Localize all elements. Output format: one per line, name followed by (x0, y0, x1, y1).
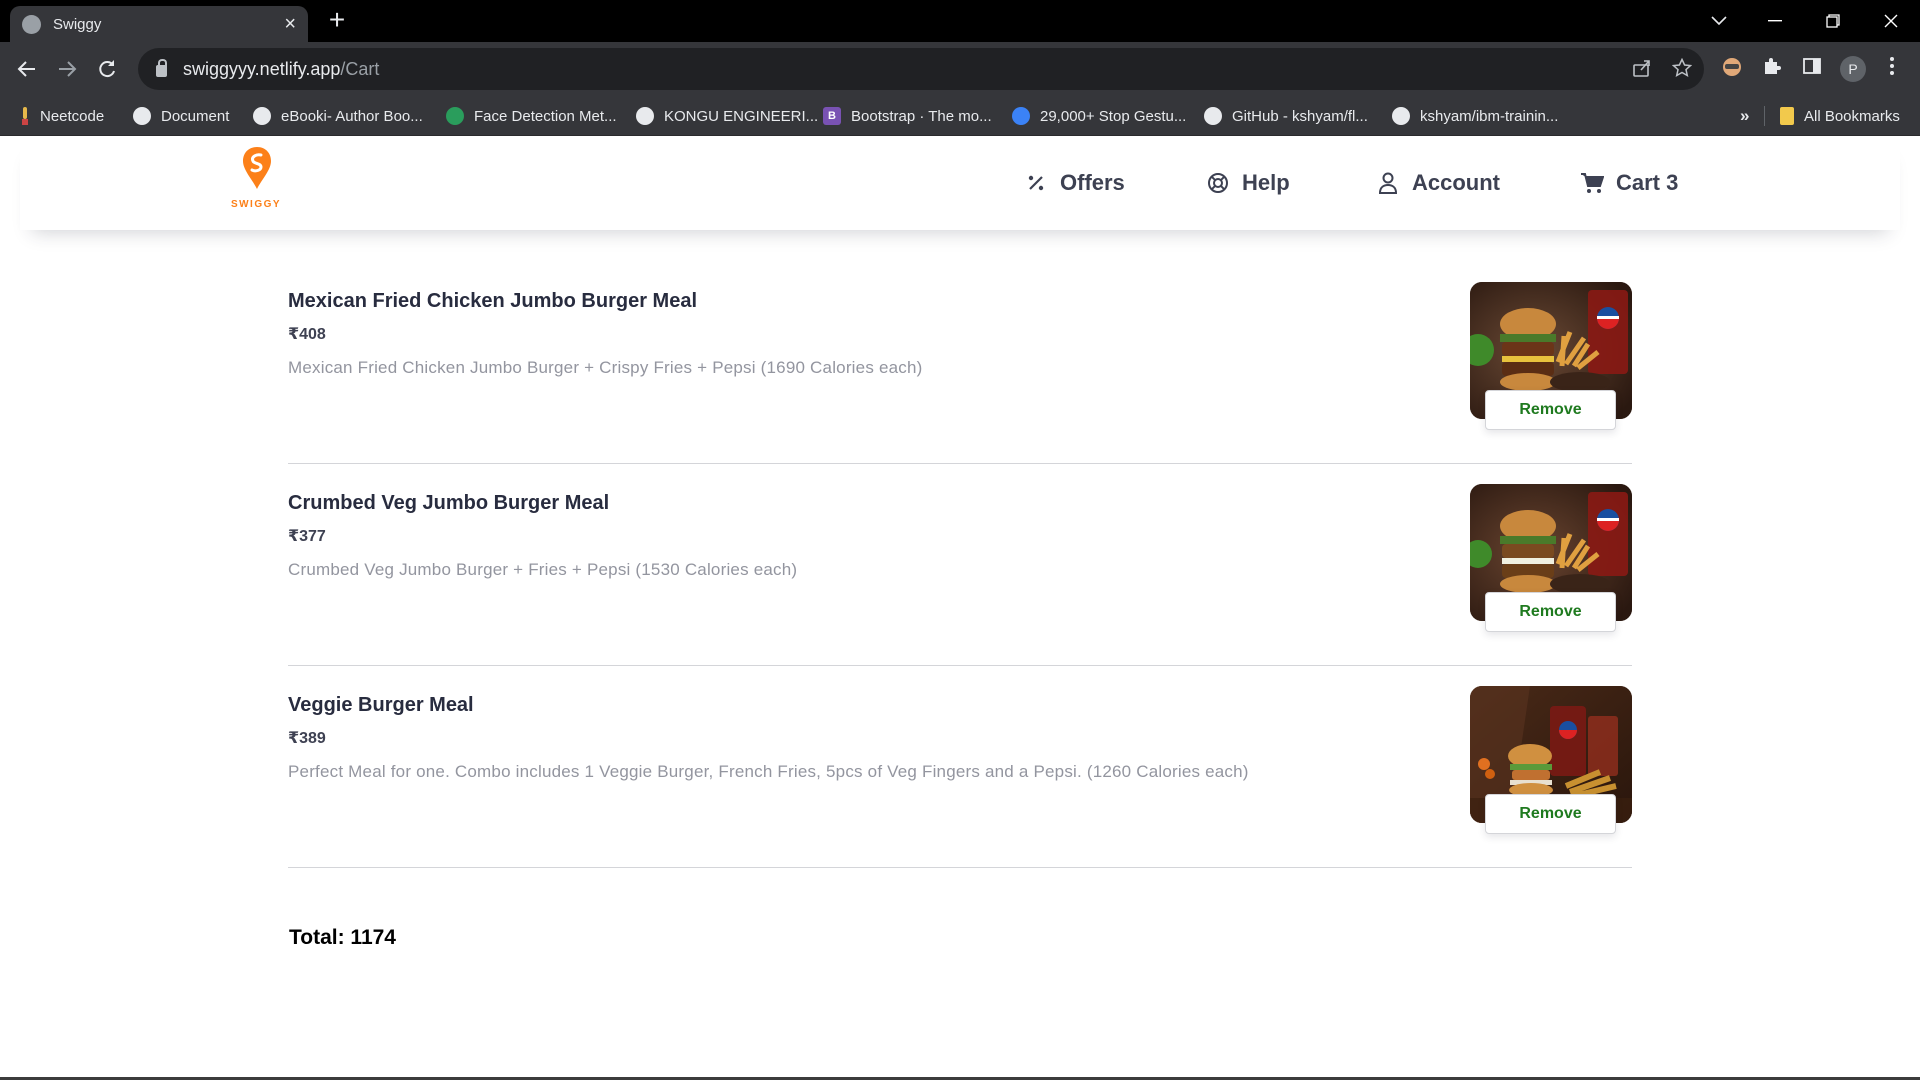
github-icon (1204, 107, 1222, 125)
cart-icon (1580, 171, 1604, 195)
globe-icon (133, 107, 151, 125)
bookmark-ibm-training[interactable]: kshyam/ibm-trainin... (1392, 96, 1558, 136)
puzzle-icon[interactable] (1760, 56, 1784, 80)
side-panel-icon[interactable] (1800, 56, 1824, 80)
bookmark-bootstrap[interactable]: B Bootstrap · The mo... (823, 96, 992, 136)
nav-account-label: Account (1412, 170, 1500, 195)
folder-icon (1780, 107, 1794, 125)
tab-search-icon[interactable] (1690, 0, 1748, 42)
star-icon[interactable] (1671, 57, 1693, 84)
bookmark-label: kshyam/ibm-trainin... (1420, 107, 1559, 125)
globe-icon (253, 107, 271, 125)
logo-text: SWIGGY (230, 199, 282, 210)
kebab-menu-icon[interactable] (1880, 56, 1904, 80)
nav-account[interactable]: Account (1376, 166, 1500, 200)
nav-cart-label: Cart 3 (1616, 170, 1679, 195)
page-content: SWIGGY Offers Help Account Cart 3 Mexica… (0, 136, 1920, 1080)
offers-icon (1024, 171, 1048, 195)
close-tab-icon[interactable]: × (284, 14, 296, 34)
neetcode-icon (20, 107, 30, 125)
item-name: Mexican Fried Chicken Jumbo Burger Meal (288, 290, 697, 312)
bookmark-kongu[interactable]: KONGU ENGINEERI... (636, 96, 818, 136)
bootstrap-icon: B (823, 107, 841, 125)
cart-item: Veggie Burger Meal ₹389 Perfect Meal for… (288, 666, 1632, 868)
bookmark-face-detection[interactable]: Face Detection Met... (446, 96, 617, 136)
eye-icon (446, 107, 464, 125)
nav-help-label: Help (1242, 170, 1290, 195)
bookmarks-bar: Neetcode Document eBooki- Author Boo... … (0, 96, 1920, 136)
swiggy-logo-icon (243, 147, 271, 189)
forward-button[interactable] (50, 52, 84, 86)
lock-icon (156, 59, 167, 77)
cart-item: Crumbed Veg Jumbo Burger Meal ₹377 Crumb… (288, 464, 1632, 666)
globe-icon (22, 14, 41, 34)
bookmark-label: KONGU ENGINEERI... (664, 107, 819, 125)
bookmark-ebooki[interactable]: eBooki- Author Boo... (253, 96, 423, 136)
tab-title: Swiggy (53, 15, 102, 33)
bookmark-neetcode[interactable]: Neetcode (20, 96, 104, 136)
help-icon (1206, 171, 1230, 195)
remove-button[interactable]: Remove (1485, 794, 1616, 834)
browser-titlebar: Swiggy × + (0, 0, 1920, 42)
bookmark-document[interactable]: Document (133, 96, 229, 136)
item-description: Crumbed Veg Jumbo Burger + Fries + Pepsi… (288, 560, 798, 579)
share-icon[interactable] (1632, 58, 1652, 84)
url-path: /Cart (340, 58, 380, 79)
cart-item: Mexican Fried Chicken Jumbo Burger Meal … (288, 262, 1632, 464)
new-tab-button[interactable]: + (322, 6, 352, 36)
nav-offers-label: Offers (1060, 170, 1125, 195)
item-price: ₹389 (288, 730, 326, 747)
bookmark-label: GitHub - kshyam/fl... (1232, 107, 1368, 125)
robot-icon (1012, 107, 1030, 125)
bookmark-label: eBooki- Author Boo... (281, 107, 423, 125)
item-price: ₹377 (288, 528, 326, 545)
all-bookmarks-button[interactable]: All Bookmarks (1780, 96, 1900, 136)
cart-total: Total: 1174 (289, 926, 396, 949)
swiggy-logo[interactable]: SWIGGY (226, 146, 286, 214)
item-name: Crumbed Veg Jumbo Burger Meal (288, 492, 610, 514)
bookmarks-divider (1764, 106, 1765, 126)
bookmark-github-fl[interactable]: GitHub - kshyam/fl... (1204, 96, 1368, 136)
browser-tab[interactable]: Swiggy × (10, 6, 308, 42)
bookmark-stop-gestures[interactable]: 29,000+ Stop Gestu... (1012, 96, 1186, 136)
minimize-button[interactable] (1746, 0, 1804, 42)
item-description: Mexican Fried Chicken Jumbo Burger + Cri… (288, 358, 923, 377)
profile-avatar[interactable]: P (1840, 56, 1866, 82)
extension-icon[interactable] (1720, 56, 1744, 80)
bookmark-label: Document (161, 107, 230, 125)
nav-offers[interactable]: Offers (1024, 166, 1125, 200)
globe-icon (636, 107, 654, 125)
user-icon (1376, 171, 1400, 195)
reload-button[interactable] (90, 52, 124, 86)
bookmark-label: 29,000+ Stop Gestu... (1040, 107, 1187, 125)
remove-button[interactable]: Remove (1485, 390, 1616, 430)
restore-button[interactable] (1804, 0, 1862, 42)
nav-help[interactable]: Help (1206, 166, 1290, 200)
address-bar[interactable]: swiggyyy.netlify.app/Cart (138, 48, 1704, 90)
site-header: SWIGGY Offers Help Account Cart 3 (20, 136, 1900, 230)
all-bookmarks-label: All Bookmarks (1804, 107, 1900, 125)
github-icon (1392, 107, 1410, 125)
item-name: Veggie Burger Meal (288, 694, 474, 716)
close-window-button[interactable] (1862, 0, 1920, 42)
browser-toolbar: swiggyyy.netlify.app/Cart P (0, 42, 1920, 96)
bookmarks-overflow-button[interactable]: » (1740, 96, 1749, 136)
bookmark-label: Neetcode (40, 107, 105, 125)
bookmark-label: Bootstrap · The mo... (851, 107, 992, 125)
item-description: Perfect Meal for one. Combo includes 1 V… (288, 762, 1249, 781)
nav-cart[interactable]: Cart 3 (1580, 166, 1678, 200)
back-button[interactable] (10, 52, 44, 86)
url-host: swiggyyy.netlify.app (183, 58, 341, 79)
remove-button[interactable]: Remove (1485, 592, 1616, 632)
bookmark-label: Face Detection Met... (474, 107, 617, 125)
item-price: ₹408 (288, 326, 326, 343)
